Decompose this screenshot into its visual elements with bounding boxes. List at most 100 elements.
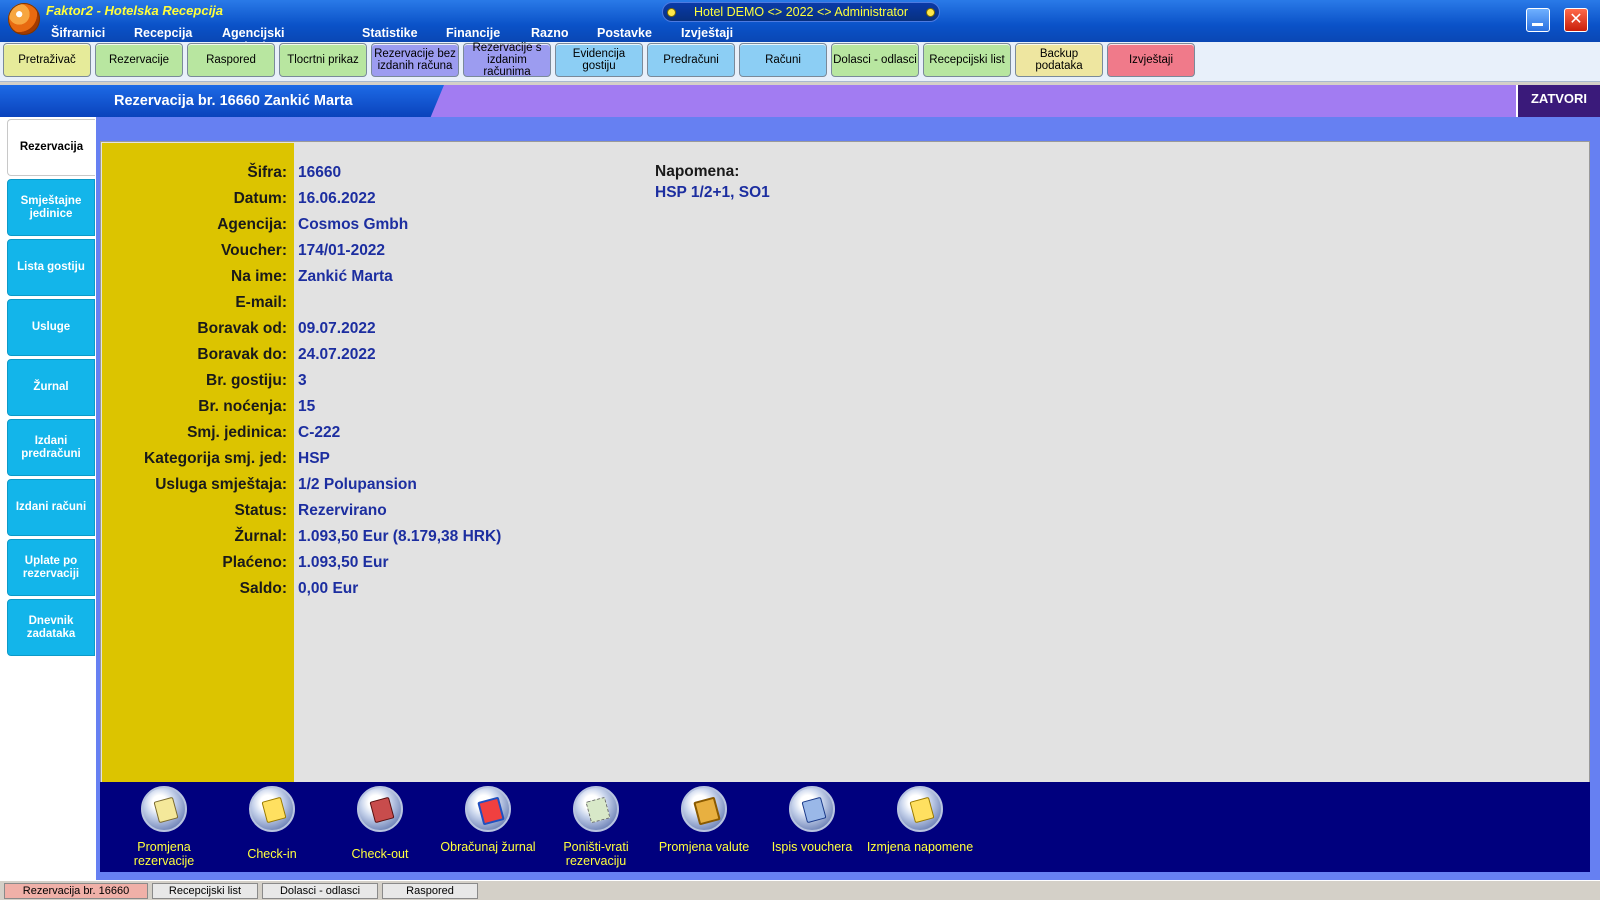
- value-br-nocenja: 15: [298, 398, 316, 415]
- status-bar: Rezervacija br. 16660 Recepcijski list D…: [0, 880, 1600, 900]
- toolbar-rezervacije-s-racunima-button[interactable]: Rezervacije s izdanim računima: [463, 42, 551, 78]
- tab-zurnal[interactable]: Žurnal: [7, 359, 95, 416]
- value-voucher: 174/01-2022: [298, 242, 386, 259]
- value-na-ime: Zankić Marta: [298, 268, 393, 285]
- side-tab-panel: Rezervacija Smještajne jedinice Lista go…: [0, 117, 96, 880]
- cancel-restore-icon: [573, 786, 619, 832]
- label-br-nocenja: Br. noćenja:: [198, 398, 287, 415]
- toolbar-recepcijski-list-button[interactable]: Recepcijski list: [923, 43, 1011, 77]
- value-zurnal: 1.093,50 Eur (8.179,38 HRK): [298, 528, 502, 545]
- value-usluga-smjestaja: 1/2 Polupansion: [298, 476, 417, 493]
- minimize-button[interactable]: [1526, 8, 1550, 32]
- value-sifra: 16660: [298, 164, 342, 181]
- status-tab-raspored[interactable]: Raspored: [382, 883, 478, 899]
- toolbar-predracuni-button[interactable]: Predračuni: [647, 43, 735, 77]
- label-br-gostiju: Br. gostiju:: [206, 372, 287, 389]
- label-agencija: Agencija:: [217, 216, 287, 233]
- print-voucher-label: Ispis vouchera: [771, 840, 853, 854]
- label-placeno: Plaćeno:: [222, 554, 287, 571]
- tab-lista-gostiju[interactable]: Lista gostiju: [7, 239, 95, 296]
- label-usluga-smjestaja: Usluga smještaja:: [155, 476, 287, 493]
- tab-smjestajne-jedinice[interactable]: Smještajne jedinice: [7, 179, 95, 236]
- calculate-journal-label: Obračunaj žurnal: [440, 840, 536, 854]
- label-status: Status:: [234, 502, 287, 519]
- close-section-button[interactable]: ZATVORI: [1516, 85, 1600, 117]
- edit-note-button[interactable]: Izmjena napomene: [866, 786, 974, 854]
- status-tab-rezervacija[interactable]: Rezervacija br. 16660: [4, 883, 148, 899]
- menu-izvjestaji[interactable]: Izvještaji: [681, 24, 733, 42]
- calculate-journal-button[interactable]: Obračunaj žurnal: [434, 786, 542, 854]
- title-bar: Faktor2 - Hotelska Recepcija Hotel DEMO …: [0, 0, 1600, 54]
- check-out-icon: [357, 786, 403, 832]
- value-br-gostiju: 3: [298, 372, 307, 389]
- check-in-icon: [249, 786, 295, 832]
- note-label: Napomena:: [655, 163, 740, 180]
- toolbar-rezervacije-bez-racuna-button[interactable]: Rezervacije bez izdanih računa: [371, 43, 459, 77]
- toolbar-racuni-button[interactable]: Računi: [739, 43, 827, 77]
- label-saldo: Saldo:: [239, 580, 287, 597]
- cancel-restore-label: Poništi-vrati rezervaciju: [563, 840, 629, 868]
- menu-financije[interactable]: Financije: [446, 24, 500, 42]
- page-title: Rezervacija br. 16660 Zankić Marta: [0, 85, 444, 117]
- toolbar-pretrazivac-button[interactable]: Pretraživač: [3, 43, 91, 77]
- value-agencija: Cosmos Gmbh: [298, 216, 409, 233]
- edit-note-icon: [897, 786, 943, 832]
- value-saldo: 0,00 Eur: [298, 580, 359, 597]
- calculate-journal-icon: [465, 786, 511, 832]
- toolbar-evidencija-gostiju-button[interactable]: Evidencija gostiju: [555, 43, 643, 77]
- value-status: Rezervirano: [298, 502, 387, 519]
- status-tab-dolasci-odlasci[interactable]: Dolasci - odlasci: [262, 883, 378, 899]
- close-window-button[interactable]: ✕: [1564, 8, 1588, 32]
- tab-uplate-po-rezervaciji[interactable]: Uplate po rezervaciji: [7, 539, 95, 596]
- print-voucher-icon: [789, 786, 835, 832]
- toolbar: Pretraživač Rezervacije Raspored Tlocrtn…: [0, 42, 1600, 82]
- tab-dnevnik-zadataka[interactable]: Dnevnik zadataka: [7, 599, 95, 656]
- label-voucher: Voucher:: [220, 242, 287, 259]
- menu-statistike[interactable]: Statistike: [362, 24, 418, 42]
- value-placeno: 1.093,50 Eur: [298, 554, 389, 571]
- session-title-text: Hotel DEMO <> 2022 <> Administrator: [694, 5, 908, 19]
- status-tab-recepcijski-list[interactable]: Recepcijski list: [152, 883, 258, 899]
- tab-izdani-predracuni[interactable]: Izdani predračuni: [7, 419, 95, 476]
- app-logo-icon: [8, 3, 40, 35]
- toolbar-raspored-button[interactable]: Raspored: [187, 43, 275, 77]
- tab-usluge[interactable]: Usluge: [7, 299, 95, 356]
- label-kategorija: Kategorija smj. jed:: [144, 450, 287, 467]
- menu-sifrarnici[interactable]: Šifrarnici: [51, 24, 105, 42]
- label-boravak-od: Boravak od:: [197, 320, 287, 337]
- label-boravak-do: Boravak do:: [197, 346, 287, 363]
- toolbar-rezervacije-button[interactable]: Rezervacije: [95, 43, 183, 77]
- label-na-ime: Na ime:: [231, 268, 287, 285]
- check-in-button[interactable]: Check-in: [218, 786, 326, 861]
- check-out-label: Check-out: [351, 847, 409, 861]
- session-dot-left-icon: [667, 8, 676, 17]
- check-out-button[interactable]: Check-out: [326, 786, 434, 861]
- app-title: Faktor2 - Hotelska Recepcija: [46, 3, 224, 18]
- toolbar-tlocrtni-prikaz-button[interactable]: Tlocrtni prikaz: [279, 43, 367, 77]
- menu-recepcija[interactable]: Recepcija: [134, 24, 192, 42]
- change-currency-label: Promjena valute: [658, 840, 750, 854]
- value-boravak-do: 24.07.2022: [298, 346, 376, 363]
- edit-reservation-button[interactable]: Promjena rezervacije: [110, 786, 218, 868]
- tab-rezervacija[interactable]: Rezervacija: [7, 119, 95, 176]
- edit-reservation-label: Promjena rezervacije: [133, 840, 195, 868]
- label-sifra: Šifra:: [247, 164, 287, 181]
- action-bar: Promjena rezervacije Check-in Check-out …: [100, 782, 1590, 872]
- menu-postavke[interactable]: Postavke: [597, 24, 652, 42]
- label-zurnal: Žurnal:: [234, 528, 287, 545]
- label-datum: Datum:: [233, 190, 287, 207]
- note-value: HSP 1/2+1, SO1: [655, 184, 770, 201]
- print-voucher-button[interactable]: Ispis vouchera: [758, 786, 866, 854]
- tab-izdani-racuni[interactable]: Izdani računi: [7, 479, 95, 536]
- section-header: Rezervacija br. 16660 Zankić Marta ZATVO…: [0, 85, 1600, 117]
- menu-razno[interactable]: Razno: [531, 24, 569, 42]
- toolbar-backup-button[interactable]: Backup podataka: [1015, 43, 1103, 77]
- change-currency-button[interactable]: Promjena valute: [650, 786, 758, 854]
- cancel-restore-button[interactable]: Poništi-vrati rezervaciju: [542, 786, 650, 868]
- edit-reservation-icon: [141, 786, 187, 832]
- toolbar-izvjestaji-button[interactable]: Izvještaji: [1107, 43, 1195, 77]
- toolbar-dolasci-odlasci-button[interactable]: Dolasci - odlasci: [831, 43, 919, 77]
- session-title: Hotel DEMO <> 2022 <> Administrator: [662, 2, 940, 22]
- check-in-label: Check-in: [247, 847, 297, 861]
- currency-icon: [681, 786, 727, 832]
